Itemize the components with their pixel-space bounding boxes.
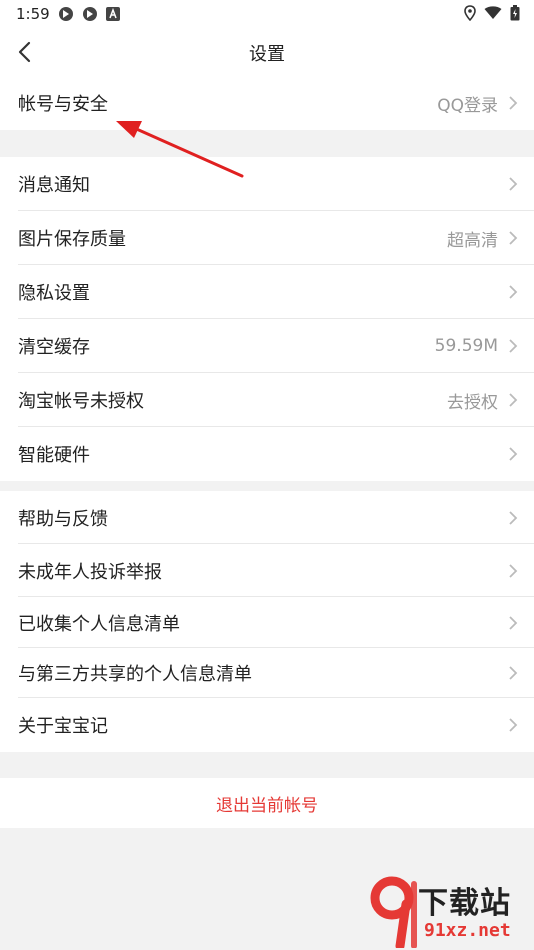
logout-button[interactable]: 退出当前帐号 [0,778,534,828]
settings-item-label: 未成年人投诉举报 [18,561,162,583]
settings-item-image-quality[interactable]: 图片保存质量 超高清 [0,211,534,265]
chevron-right-icon [506,561,520,581]
settings-item-about[interactable]: 关于宝宝记 [0,698,534,752]
settings-item-label: 帮助与反馈 [18,508,108,530]
watermark-text-bottom: 91xz.net [424,920,511,941]
logout-label: 退出当前帐号 [216,795,318,816]
settings-item-label: 消息通知 [18,175,90,196]
settings-item-label: 清空缓存 [18,337,90,358]
battery-icon [510,5,520,21]
watermark-logo: 下载站 91xz.net [370,876,530,948]
a-letter-icon [106,7,120,21]
chevron-right-icon [506,390,520,410]
app-notification-icon [59,7,73,21]
settings-item-notifications[interactable]: 消息通知 [0,157,534,211]
settings-item-label: 帐号与安全 [18,94,108,115]
status-bar: 1:59 [0,0,534,28]
chevron-right-icon [506,93,520,113]
settings-item-taobao-auth[interactable]: 淘宝帐号未授权 去授权 [0,373,534,427]
app-notification-icon [83,7,97,21]
settings-item-label: 淘宝帐号未授权 [18,391,144,412]
settings-item-smart-hardware[interactable]: 智能硬件 [0,427,534,481]
chevron-right-icon [506,336,520,356]
wifi-icon [484,6,502,19]
settings-item-clear-cache[interactable]: 清空缓存 59.59M [0,319,534,373]
chevron-right-icon [506,174,520,194]
settings-item-minor-report[interactable]: 未成年人投诉举报 [0,544,534,597]
settings-item-label: 与第三方共享的个人信息清单 [18,664,252,685]
settings-item-privacy[interactable]: 隐私设置 [0,265,534,319]
header: 设置 [0,28,534,76]
settings-item-value: 去授权 [447,392,498,413]
settings-group-account: 帐号与安全 QQ登录 [0,76,534,130]
chevron-right-icon [506,228,520,248]
settings-group-general: 消息通知 图片保存质量 超高清 隐私设置 清空缓存 59.59M 淘宝帐号未授权… [0,157,534,481]
chevron-right-icon [506,444,520,464]
settings-item-label: 智能硬件 [18,445,90,466]
settings-item-label: 隐私设置 [18,283,90,304]
watermark-91-icon [370,876,417,948]
chevron-right-icon [506,613,520,633]
location-icon [464,5,476,21]
page-title: 设置 [249,44,285,65]
chevron-right-icon [506,715,520,735]
settings-item-value: 超高清 [447,230,498,251]
settings-item-value: 59.59M [434,336,498,356]
chevron-right-icon [506,508,520,528]
settings-item-label: 关于宝宝记 [18,716,108,737]
settings-group-about: 帮助与反馈 未成年人投诉举报 已收集个人信息清单 与第三方共享的个人信息清单 关… [0,491,534,752]
settings-item-shared-info[interactable]: 与第三方共享的个人信息清单 [0,648,534,698]
chevron-right-icon [506,663,520,683]
settings-item-label: 图片保存质量 [18,229,126,250]
settings-item-collected-info[interactable]: 已收集个人信息清单 [0,597,534,648]
settings-item-account-security[interactable]: 帐号与安全 QQ登录 [0,76,534,130]
chevron-right-icon [506,282,520,302]
settings-item-label: 已收集个人信息清单 [18,613,180,635]
status-notification-icons [58,6,120,22]
status-system-icons [464,5,520,21]
settings-item-value: QQ登录 [437,95,498,116]
watermark-text-top: 下载站 [418,886,511,921]
settings-item-help-feedback[interactable]: 帮助与反馈 [0,491,534,544]
status-time: 1:59 [16,5,50,23]
